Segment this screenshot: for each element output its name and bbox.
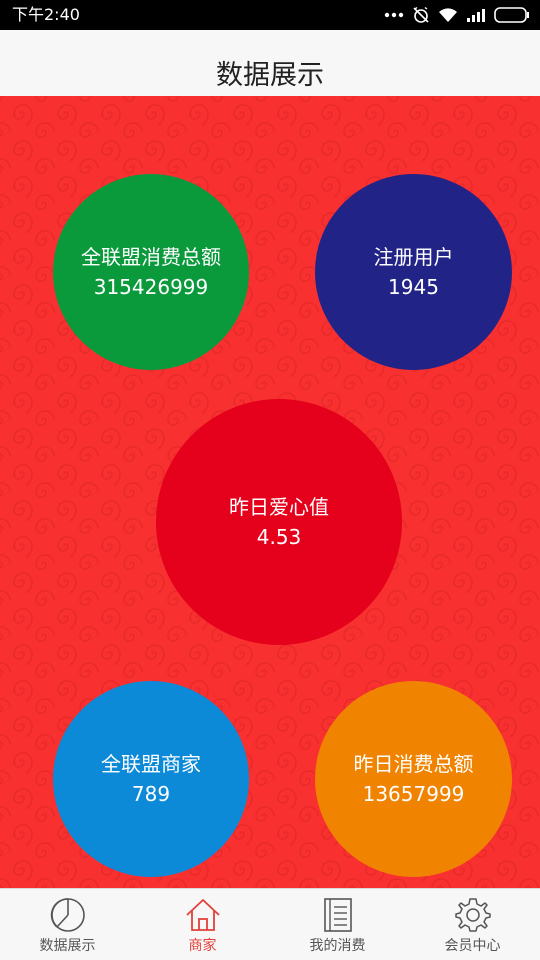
registered-users-circle[interactable]: 注册用户 1945: [315, 174, 512, 370]
yesterday-consumption-value: 13657999: [362, 782, 465, 806]
total-consumption-label: 全联盟消费总额: [81, 245, 221, 269]
wifi-icon: [438, 7, 458, 23]
merchants-circle[interactable]: 全联盟商家 789: [53, 681, 249, 877]
gear-icon: [453, 895, 493, 935]
tab-member-center-label: 会员中心: [444, 938, 501, 954]
yesterday-consumption-label: 昨日消费总额: [353, 752, 474, 776]
tab-merchants[interactable]: 商家: [135, 889, 270, 960]
tab-my-consumption[interactable]: 我的消费: [270, 889, 405, 960]
more-dots-icon: [384, 11, 404, 19]
signal-icon: [466, 8, 486, 22]
registered-users-value: 1945: [388, 275, 439, 299]
bottom-nav: 数据展示 商家 我的消费 会员中心: [0, 888, 540, 960]
alarm-off-icon: [412, 6, 430, 24]
yesterday-love-value: 4.53: [256, 525, 302, 549]
yesterday-love-circle[interactable]: 昨日爱心值 4.53: [156, 399, 402, 645]
status-icons: [384, 4, 530, 26]
tab-merchants-label: 商家: [188, 938, 217, 954]
total-consumption-circle[interactable]: 全联盟消费总额 315426999: [53, 174, 249, 370]
merchants-label: 全联盟商家: [101, 752, 201, 776]
status-bar: 下午2:40: [0, 0, 540, 30]
page-title: 数据展示: [216, 60, 324, 91]
merchants-value: 789: [131, 782, 171, 806]
registered-users-label: 注册用户: [373, 245, 454, 269]
status-time: 下午2:40: [12, 5, 80, 24]
battery-icon: [494, 7, 530, 23]
yesterday-love-label: 昨日爱心值: [229, 495, 329, 519]
tab-data-display-label: 数据展示: [39, 938, 96, 954]
header: 数据展示: [0, 30, 540, 96]
document-icon: [318, 895, 358, 935]
tab-data-display[interactable]: 数据展示: [0, 889, 135, 960]
total-consumption-value: 315426999: [93, 275, 209, 299]
stats-panel: 全联盟消费总额 315426999 注册用户 1945 昨日爱心值 4.53 全…: [0, 96, 540, 888]
pie-chart-icon: [48, 895, 88, 935]
tab-member-center[interactable]: 会员中心: [405, 889, 540, 960]
tab-my-consumption-label: 我的消费: [309, 938, 366, 954]
yesterday-consumption-circle[interactable]: 昨日消费总额 13657999: [315, 681, 512, 877]
home-icon: [183, 895, 223, 935]
